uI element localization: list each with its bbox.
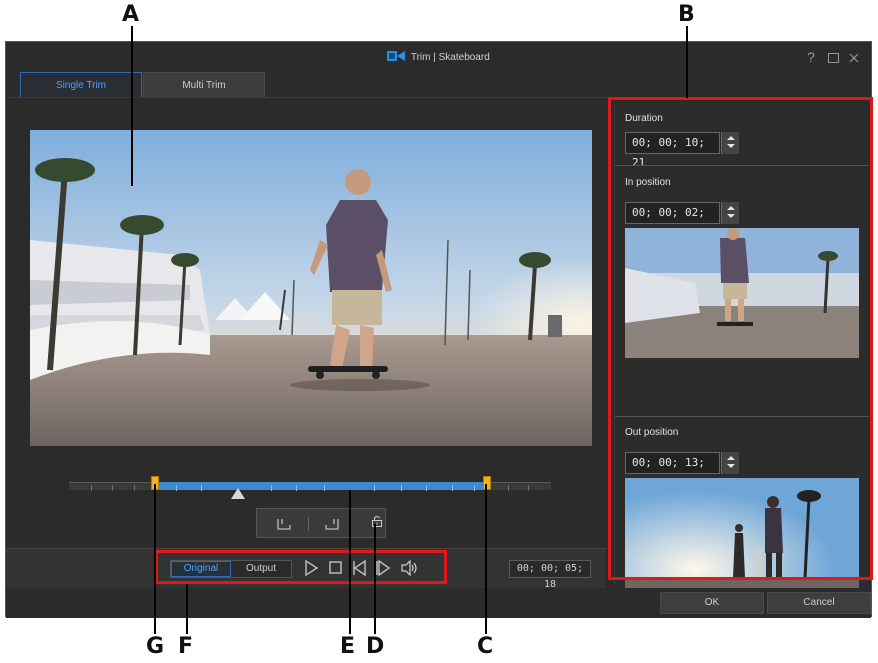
leader-b [686,26,688,98]
video-preview [30,130,592,446]
mark-buttons-panel [256,508,386,538]
playback-controls-highlight [155,550,447,584]
callout-c: C [477,634,494,659]
lock-icon[interactable] [370,514,384,528]
mark-in-icon[interactable] [273,515,295,533]
cancel-button[interactable]: Cancel [767,592,871,614]
dialog-button-bar: OK Cancel [6,588,871,618]
window-title: Trim | Skateboard [410,52,490,63]
callout-a: A [122,2,140,27]
title-bar: Trim | Skateboard ? [6,42,871,72]
mark-out-icon[interactable] [321,515,343,533]
playhead-slider[interactable] [231,488,245,499]
window-title-area: Trim | Skateboard [6,51,871,63]
tab-multi-trim[interactable]: Multi Trim [143,72,265,98]
app-icon [387,51,406,61]
leader-f [186,584,188,634]
callout-f: F [178,634,194,659]
leader-g [154,484,156,634]
leader-e [349,490,351,634]
leader-a [131,26,133,186]
tab-single-trim[interactable]: Single Trim [20,72,142,98]
ok-button[interactable]: OK [660,592,764,614]
callout-b: B [678,2,695,27]
leader-c [485,484,487,634]
callout-e: E [340,634,356,659]
screenshot-stage: A B C D E F G Trim | Skateboard ? Single… [0,0,878,663]
help-icon[interactable]: ? [807,49,815,65]
close-icon[interactable] [849,53,859,63]
callout-d: D [366,634,385,659]
trim-selected-range [155,482,487,490]
callout-g: G [146,634,165,659]
maximize-icon[interactable] [828,53,839,63]
right-panel-highlight [608,97,873,580]
current-timecode[interactable]: 00; 00; 05; 18 [509,560,591,590]
leader-d [374,524,376,634]
